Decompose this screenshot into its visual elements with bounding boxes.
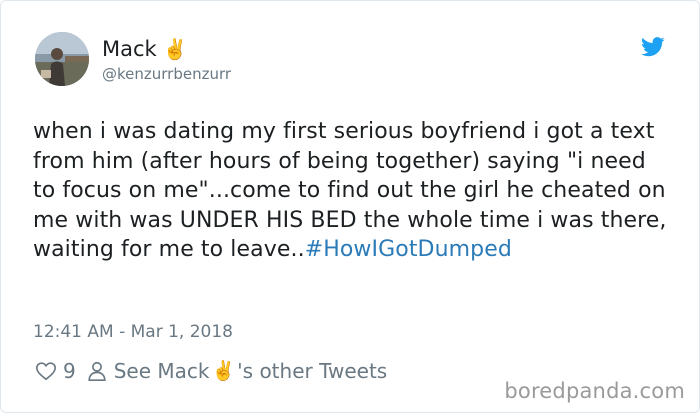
twitter-bird-icon[interactable] — [641, 37, 665, 57]
see-prefix: See Mack — [113, 359, 210, 383]
tweet-card: Mack ✌️ @kenzurrbenzurr when i was datin… — [0, 0, 700, 413]
tweet-timestamp[interactable]: 12:41 AM - Mar 1, 2018 — [33, 321, 233, 343]
tweet-header: Mack ✌️ @kenzurrbenzurr — [35, 32, 675, 88]
watermark: boredpanda.com — [504, 379, 685, 403]
tweet-actions: 9 See Mack ✌️ 's other Tweets — [35, 358, 387, 384]
avatar[interactable] — [35, 32, 89, 86]
victory-hand-emoji: ✌️ — [211, 360, 236, 382]
display-name[interactable]: Mack — [102, 36, 157, 62]
hashtag-link[interactable]: #HowIGotDumped — [305, 237, 512, 262]
name-row: Mack ✌️ — [102, 36, 188, 62]
like-count: 9 — [63, 359, 76, 383]
person-icon — [88, 361, 106, 381]
tweet-text: when i was dating my first serious boyfr… — [33, 117, 673, 265]
heart-icon[interactable] — [35, 360, 57, 382]
see-suffix: 's other Tweets — [237, 359, 388, 383]
see-other-tweets-link[interactable]: See Mack ✌️ 's other Tweets — [114, 358, 388, 384]
victory-hand-emoji: ✌️ — [162, 37, 188, 61]
user-handle[interactable]: @kenzurrbenzurr — [102, 65, 231, 83]
